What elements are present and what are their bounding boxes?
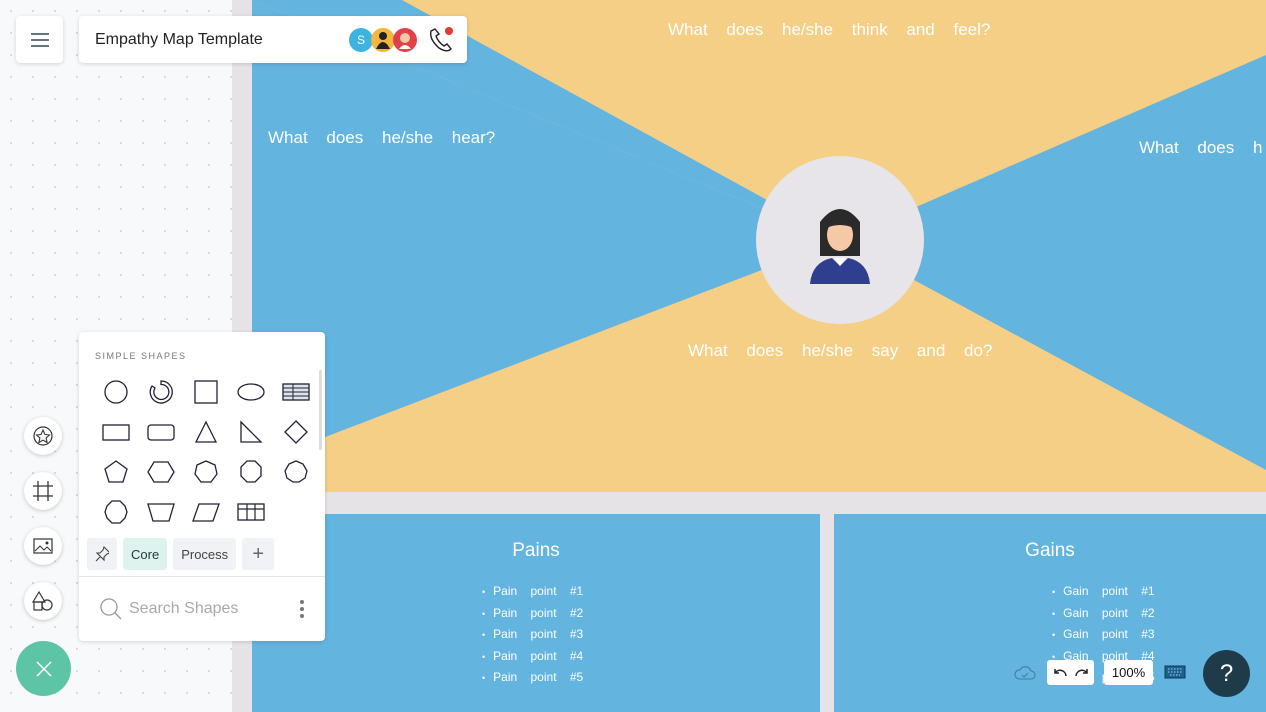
parallelogram-shape[interactable] <box>183 492 228 532</box>
image-icon <box>33 538 53 554</box>
cloud-saved-icon <box>1014 666 1036 680</box>
pain-item: Pain point #4 <box>482 649 602 671</box>
shapes-panel: SIMPLE SHAPES Core Process + Search Shap… <box>79 332 325 641</box>
frame-icon <box>33 481 53 501</box>
frame-tool-button[interactable] <box>24 472 62 510</box>
octagon-shape[interactable] <box>228 452 273 492</box>
search-shapes-placeholder: Search Shapes <box>129 600 239 617</box>
gain-item: Gain point #3 <box>1052 627 1172 649</box>
triangle-shape[interactable] <box>183 412 228 452</box>
gain-item: Gain point #2 <box>1052 606 1172 628</box>
gain-item: Gain point #1 <box>1052 584 1172 606</box>
trapezoid-shape[interactable] <box>138 492 183 532</box>
see-label: What does h <box>1139 138 1263 157</box>
decagon-shape[interactable] <box>93 492 138 532</box>
search-icon <box>100 598 122 620</box>
title-bar: Empathy Map Template S <box>79 16 467 63</box>
undo-icon[interactable] <box>1051 666 1069 680</box>
ellipse-shape[interactable] <box>228 372 273 412</box>
shapes-grid <box>93 372 313 532</box>
pain-item: Pain point #3 <box>482 627 602 649</box>
circle-shape[interactable] <box>93 372 138 412</box>
tab-core[interactable]: Core <box>123 538 168 570</box>
close-toolbar-button[interactable] <box>16 641 71 696</box>
shapes-section-header: SIMPLE SHAPES <box>95 351 187 361</box>
think-feel-label: What does he/she think and feel? <box>668 20 991 39</box>
rectangle-shape[interactable] <box>93 412 138 452</box>
heptagon-shape[interactable] <box>183 452 228 492</box>
image-tool-button[interactable] <box>24 527 62 565</box>
collaborator-avatar[interactable] <box>393 27 417 52</box>
gains-title: Gains <box>1025 540 1075 561</box>
square-shape[interactable] <box>183 372 228 412</box>
pentagon-shape[interactable] <box>93 452 138 492</box>
hexagon-shape[interactable] <box>138 452 183 492</box>
keyboard-shortcuts-icon[interactable] <box>1164 665 1186 679</box>
table-shape[interactable] <box>273 372 318 412</box>
star-icon <box>33 426 53 446</box>
redo-icon[interactable] <box>1073 666 1091 680</box>
phone-call-icon[interactable] <box>425 25 455 55</box>
shapes-scrollbar[interactable] <box>319 370 322 450</box>
collaborator-avatar[interactable]: S <box>349 27 373 52</box>
hamburger-icon <box>30 32 49 47</box>
pinned-tab[interactable] <box>87 538 117 570</box>
pain-item: Pain point #1 <box>482 584 602 606</box>
collaborator-avatar[interactable] <box>371 27 395 52</box>
starred-shapes-button[interactable] <box>24 417 62 455</box>
pain-item: Pain point #5 <box>482 670 602 692</box>
more-options-icon[interactable] <box>299 599 305 619</box>
arc-shape[interactable] <box>138 372 183 412</box>
pains-title: Pains <box>512 540 560 561</box>
nonagon-shape[interactable] <box>273 452 318 492</box>
zoom-level-button[interactable]: 100% <box>1104 660 1153 685</box>
pains-panel[interactable]: Pains Pain point #1 Pain point #2 Pain p… <box>252 514 820 712</box>
hear-label: What does he/she hear? <box>268 128 496 147</box>
pain-item: Pain point #2 <box>482 606 602 628</box>
tab-process[interactable]: Process <box>173 538 237 570</box>
grid-table-shape[interactable] <box>228 492 273 532</box>
help-button[interactable]: ? <box>1203 650 1250 697</box>
shape-library-tabs: Core Process + <box>87 538 275 570</box>
avatar-initial: S <box>356 32 365 47</box>
add-library-button[interactable]: + <box>242 538 275 570</box>
pin-icon <box>95 546 109 562</box>
rounded-rectangle-shape[interactable] <box>138 412 183 452</box>
right-triangle-shape[interactable] <box>228 412 273 452</box>
menu-button[interactable] <box>16 16 63 63</box>
undo-redo-group <box>1047 660 1094 685</box>
shapes-tool-button[interactable] <box>24 582 62 620</box>
say-do-label: What does he/she say and do? <box>688 341 993 360</box>
close-icon <box>35 660 52 677</box>
document-title[interactable]: Empathy Map Template <box>95 31 351 49</box>
diamond-shape[interactable] <box>273 412 318 452</box>
shapes-icon <box>31 590 53 611</box>
search-shapes-field[interactable]: Search Shapes <box>79 576 325 641</box>
